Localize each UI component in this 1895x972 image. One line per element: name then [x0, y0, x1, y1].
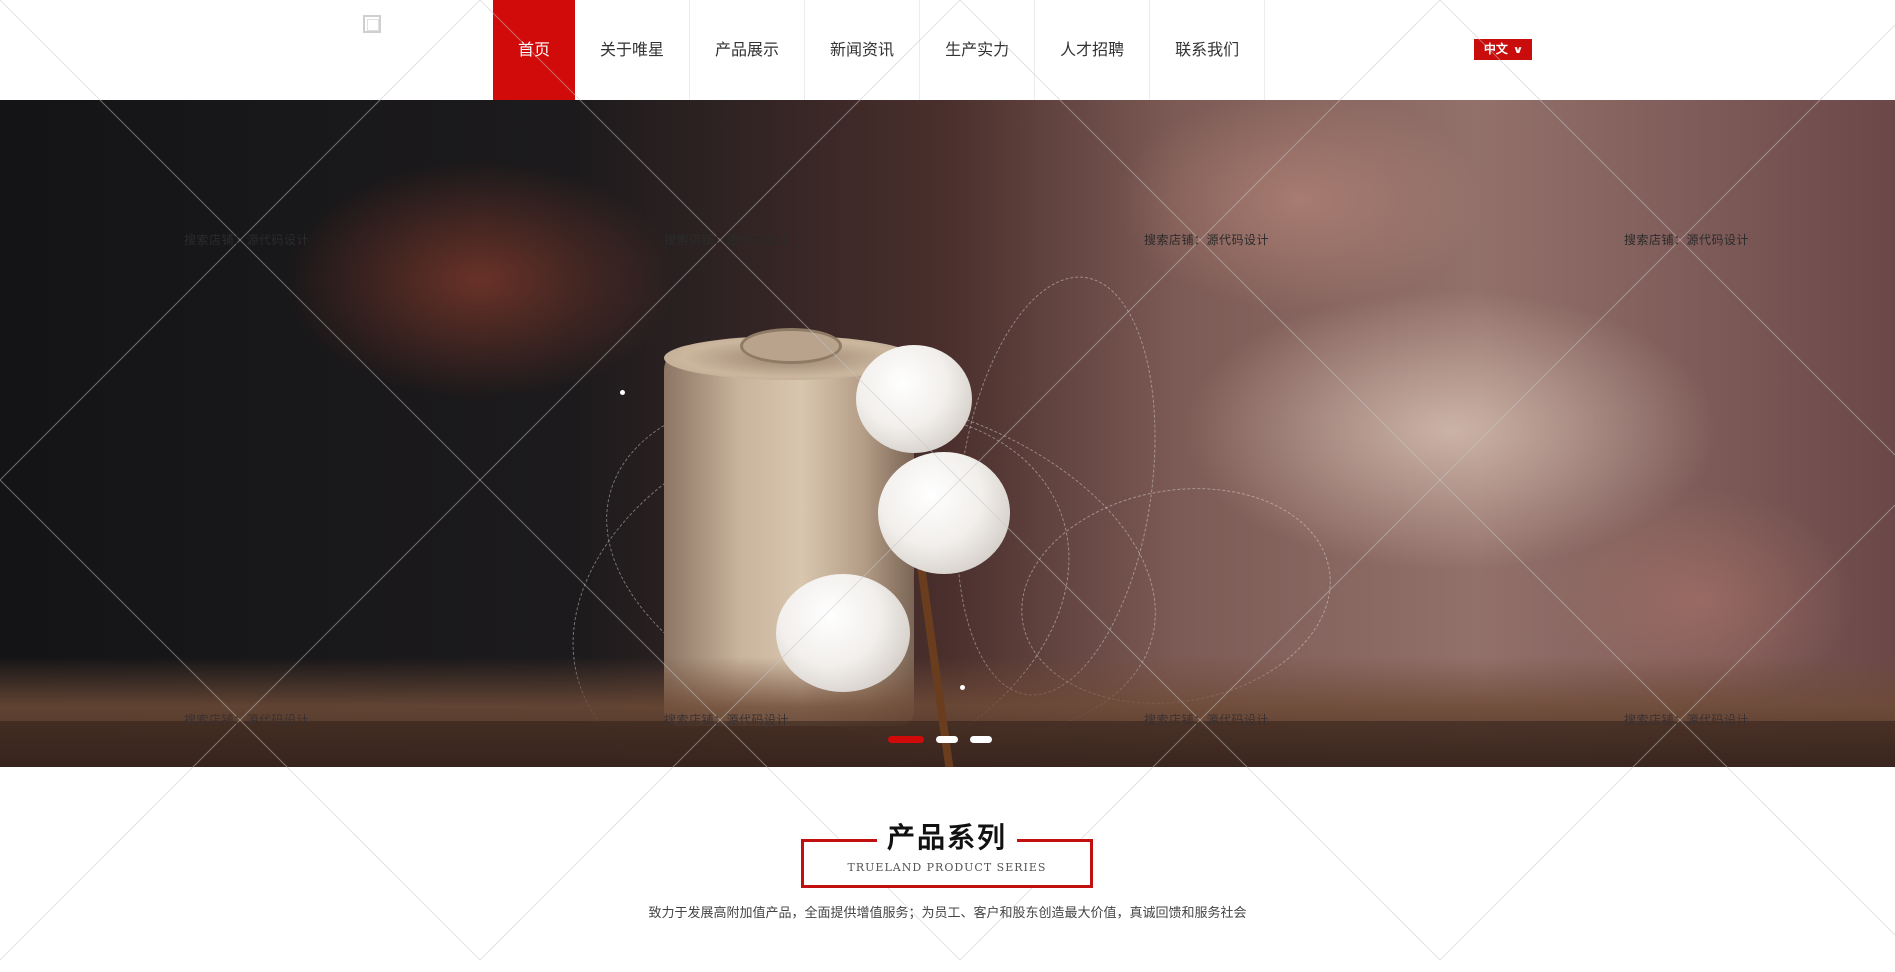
thread-spool-hole — [740, 328, 842, 364]
watermark-text: 搜索店铺：源代码设计 — [664, 713, 790, 727]
section-title: 产品系列 — [877, 816, 1017, 856]
watermark-text: 搜索店铺：源代码设计 — [1144, 233, 1270, 247]
language-label: 中文 — [1483, 42, 1508, 56]
language-selector[interactable]: 中文 ∨ — [1474, 39, 1532, 60]
sparkle-dot — [620, 390, 625, 395]
site-header: 首页 关于唯星 产品展示 新闻资讯 生产实力 人才招聘 联系我们 中文 ∨ — [0, 0, 1895, 100]
slide-dot-1[interactable] — [888, 736, 924, 743]
main-nav: 首页 关于唯星 产品展示 新闻资讯 生产实力 人才招聘 联系我们 — [493, 0, 1266, 100]
nav-item-contact[interactable]: 联系我们 — [1150, 0, 1266, 100]
nav-item-products[interactable]: 产品展示 — [690, 0, 806, 100]
nav-item-careers[interactable]: 人才招聘 — [1035, 0, 1151, 100]
cotton-boll — [878, 452, 1010, 574]
watermark-text: 搜索店铺：源代码设计 — [664, 233, 790, 247]
chevron-down-icon: ∨ — [1512, 45, 1524, 56]
hero-banner[interactable] — [0, 100, 1895, 767]
cotton-boll — [856, 345, 972, 453]
slide-dot-2[interactable] — [936, 736, 958, 743]
watermark-text: 搜索店铺：源代码设计 — [1144, 713, 1270, 727]
slider-pagination — [888, 736, 992, 743]
nav-item-home[interactable]: 首页 — [493, 0, 576, 100]
nav-item-production[interactable]: 生产实力 — [920, 0, 1036, 100]
watermark-text: 搜索店铺：源代码设计 — [184, 713, 310, 727]
slide-dot-3[interactable] — [970, 736, 992, 743]
logo-placeholder-icon[interactable] — [363, 15, 381, 33]
cotton-boll — [776, 574, 910, 692]
nav-item-news[interactable]: 新闻资讯 — [805, 0, 921, 100]
watermark-text: 搜索店铺：源代码设计 — [184, 233, 310, 247]
nav-item-about[interactable]: 关于唯星 — [575, 0, 691, 100]
section-description: 致力于发展高附加值产品，全面提供增值服务；为员工、客户和股东创造最大价值，真诚回… — [648, 906, 1247, 921]
section-subtitle: TRUELAND PRODUCT SERIES — [847, 861, 1047, 874]
watermark-text: 搜索店铺：源代码设计 — [1624, 233, 1750, 247]
sparkle-dot — [960, 685, 965, 690]
watermark-text: 搜索店铺：源代码设计 — [1624, 713, 1750, 727]
